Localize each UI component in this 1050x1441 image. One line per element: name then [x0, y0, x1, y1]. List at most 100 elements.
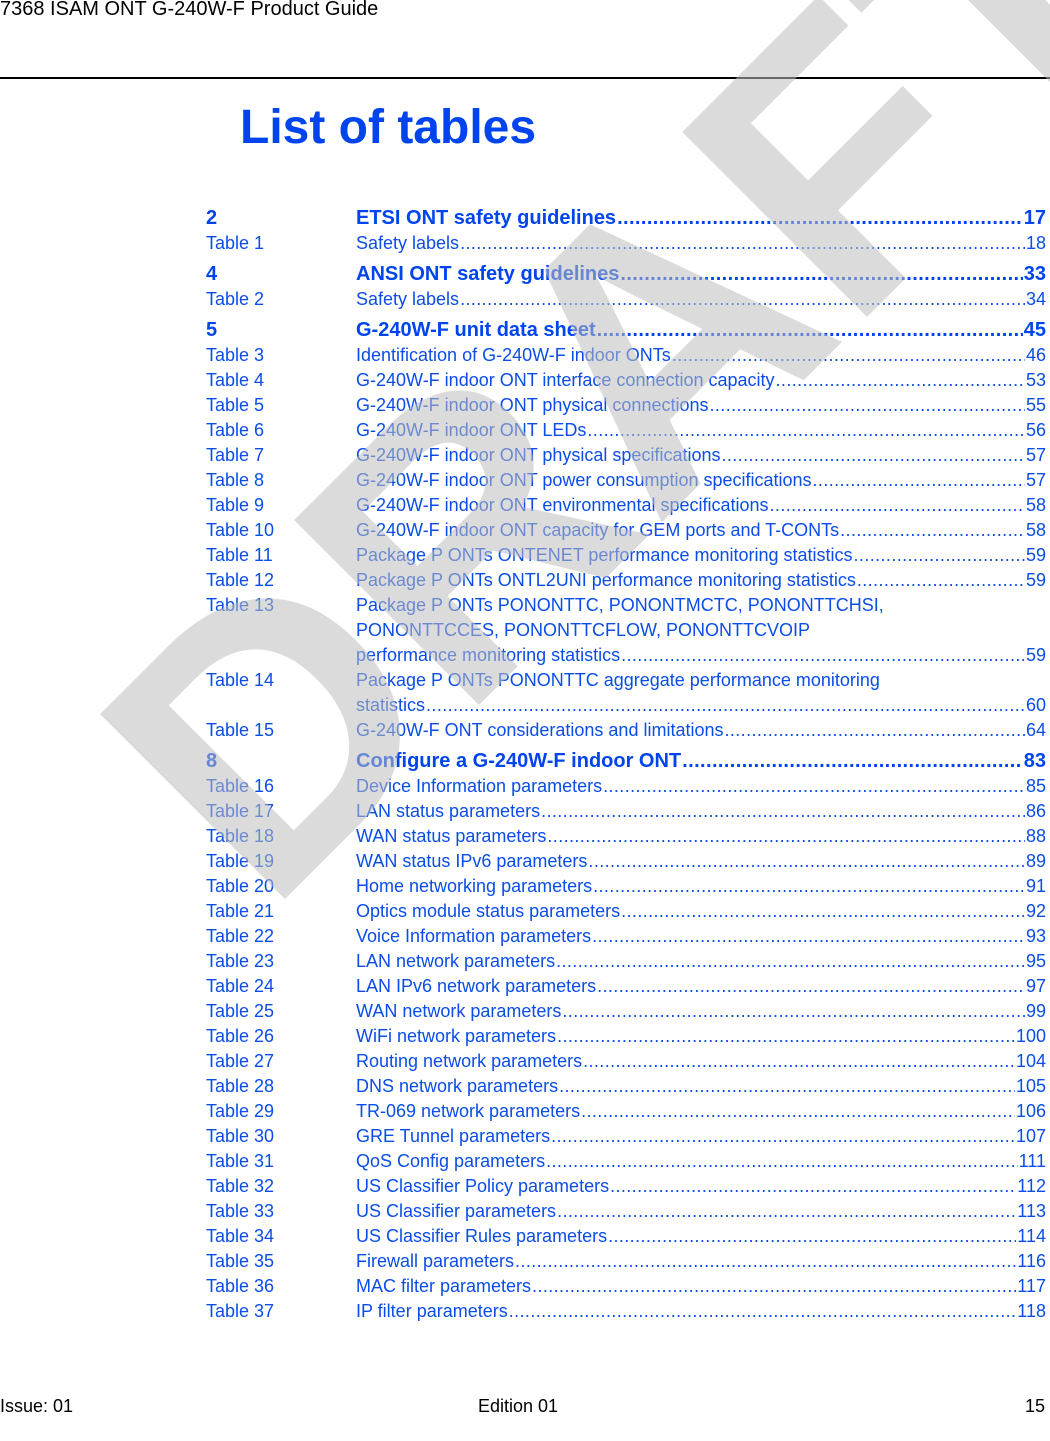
page-number[interactable]: 58: [1026, 518, 1046, 543]
toc-table-row[interactable]: Table 23LAN network parameters 95: [206, 949, 1046, 974]
table-number[interactable]: Table 8: [206, 468, 356, 493]
table-number[interactable]: Table 36: [206, 1274, 356, 1299]
chapter-number[interactable]: 2: [206, 206, 356, 231]
table-title[interactable]: TR-069 network parameters: [356, 1099, 580, 1124]
toc-table-row[interactable]: Table 2Safety labels 34: [206, 287, 1046, 312]
table-number[interactable]: Table 37: [206, 1299, 356, 1324]
toc-table-row[interactable]: Table 27Routing network parameters 104: [206, 1049, 1046, 1074]
page-number[interactable]: 60: [1026, 693, 1046, 718]
table-number[interactable]: Table 7: [206, 443, 356, 468]
toc-entry-label-line[interactable]: performance monitoring statistics: [356, 643, 620, 668]
table-title[interactable]: Package P ONTs ONTENET performance monit…: [356, 543, 853, 568]
toc-table-row[interactable]: Table 8 G-240W-F indoor ONT power consump…: [206, 468, 1046, 493]
table-title[interactable]: DNS network parameters: [356, 1074, 558, 1099]
toc-table-row[interactable]: Table 35Firewall parameters 116: [206, 1249, 1046, 1274]
page-number[interactable]: 105: [1016, 1074, 1046, 1099]
toc-entry-text[interactable]: WAN network parameters 99: [356, 999, 1046, 1024]
toc-table-row[interactable]: Table 26WiFi network parameters 100: [206, 1024, 1046, 1049]
table-number[interactable]: Table 32: [206, 1174, 356, 1199]
toc-entry-text[interactable]: Package P ONTs ONTL2UNI performance moni…: [356, 568, 1046, 593]
page-number[interactable]: 104: [1016, 1049, 1046, 1074]
toc-table-row[interactable]: Table 1Safety labels 18: [206, 231, 1046, 256]
toc-entry-text[interactable]: WAN status IPv6 parameters 89: [356, 849, 1046, 874]
page-number[interactable]: 57: [1026, 468, 1046, 493]
page-number[interactable]: 117: [1017, 1274, 1046, 1299]
toc-entry-text[interactable]: LAN network parameters 95: [356, 949, 1046, 974]
toc-entry-text[interactable]: G-240W-F indoor ONT physical connections…: [356, 393, 1046, 418]
table-title[interactable]: WiFi network parameters: [356, 1024, 556, 1049]
toc-table-row[interactable]: Table 6G-240W-F indoor ONT LEDs 56: [206, 418, 1046, 443]
toc-entry-text[interactable]: G-240W-F indoor ONT environmental specif…: [356, 493, 1046, 518]
toc-table-row[interactable]: Table 7 G-240W-F indoor ONT physical spec…: [206, 443, 1046, 468]
toc-entry-text[interactable]: Configure a G-240W-F indoor ONT 83: [356, 749, 1046, 774]
table-title[interactable]: Package P ONTs ONTL2UNI performance moni…: [356, 568, 856, 593]
table-title[interactable]: LAN IPv6 network parameters: [356, 974, 596, 999]
table-number[interactable]: Table 33: [206, 1199, 356, 1224]
table-title[interactable]: Routing network parameters: [356, 1049, 582, 1074]
table-title[interactable]: G-240W-F indoor ONT interface connection…: [356, 368, 775, 393]
toc-entry-text[interactable]: QoS Config parameters 111: [356, 1149, 1046, 1174]
table-title[interactable]: Home networking parameters: [356, 874, 592, 899]
page-number[interactable]: 88: [1026, 824, 1046, 849]
toc-table-row[interactable]: Table 17LAN status parameters 86: [206, 799, 1046, 824]
toc-table-row[interactable]: Table 18WAN status parameters 88: [206, 824, 1046, 849]
table-number[interactable]: Table 24: [206, 974, 356, 999]
table-number[interactable]: Table 4: [206, 368, 356, 393]
toc-table-row[interactable]: Table 22Voice Information parameters 93: [206, 924, 1046, 949]
page-number[interactable]: 91: [1026, 874, 1046, 899]
chapter-title[interactable]: Configure a G-240W-F indoor ONT: [356, 749, 681, 774]
toc-table-row[interactable]: Table 13 Package P ONTs PONONTTC, PONONTM…: [206, 593, 1046, 668]
toc-entry-text[interactable]: Safety labels 34: [356, 287, 1046, 312]
toc-entry-text[interactable]: Home networking parameters 91: [356, 874, 1046, 899]
toc-table-row[interactable]: Table 24LAN IPv6 network parameters 97: [206, 974, 1046, 999]
page-number[interactable]: 93: [1026, 924, 1046, 949]
page-number[interactable]: 99: [1026, 999, 1046, 1024]
page-number[interactable]: 45: [1024, 318, 1046, 343]
toc-entry-text[interactable]: G-240W-F ONT considerations and limitati…: [356, 718, 1046, 743]
page-number[interactable]: 59: [1026, 643, 1046, 668]
toc-entry-text[interactable]: Safety labels 18: [356, 231, 1046, 256]
page-number[interactable]: 97: [1026, 974, 1046, 999]
table-title[interactable]: Firewall parameters: [356, 1249, 514, 1274]
toc-entry-text[interactable]: G-240W-F indoor ONT interface connection…: [356, 368, 1046, 393]
toc-chapter-row[interactable]: 5G-240W-F unit data sheet 45: [206, 318, 1046, 343]
page-number[interactable]: 17: [1024, 206, 1046, 231]
chapter-title[interactable]: ETSI ONT safety guidelines: [356, 206, 616, 231]
table-title[interactable]: WAN status IPv6 parameters: [356, 849, 587, 874]
page-number[interactable]: 53: [1026, 368, 1046, 393]
toc-entry-text[interactable]: MAC filter parameters 117: [356, 1274, 1046, 1299]
toc-entry-text[interactable]: Routing network parameters 104: [356, 1049, 1046, 1074]
toc-table-row[interactable]: Table 11 Package P ONTs ONTENET performan…: [206, 543, 1046, 568]
toc-chapter-row[interactable]: 2ETSI ONT safety guidelines 17: [206, 206, 1046, 231]
toc-entry-text[interactable]: Package P ONTs PONONTTC aggregate perfor…: [356, 668, 1046, 718]
page-number[interactable]: 111: [1019, 1149, 1046, 1174]
table-number[interactable]: Table 19: [206, 849, 356, 874]
toc-table-row[interactable]: Table 36MAC filter parameters 117: [206, 1274, 1046, 1299]
table-number[interactable]: Table 9: [206, 493, 356, 518]
toc-table-row[interactable]: Table 28DNS network parameters 105: [206, 1074, 1046, 1099]
page-number[interactable]: 107: [1016, 1124, 1046, 1149]
page-number[interactable]: 55: [1026, 393, 1046, 418]
toc-entry-text[interactable]: G-240W-F unit data sheet 45: [356, 318, 1046, 343]
toc-table-row[interactable]: Table 29TR-069 network parameters 106: [206, 1099, 1046, 1124]
chapter-number[interactable]: 5: [206, 318, 356, 343]
toc-table-row[interactable]: Table 4 G-240W-F indoor ONT interface con…: [206, 368, 1046, 393]
table-number[interactable]: Table 31: [206, 1149, 356, 1174]
table-number[interactable]: Table 21: [206, 899, 356, 924]
toc-entry-text[interactable]: G-240W-F indoor ONT LEDs 56: [356, 418, 1046, 443]
toc-table-row[interactable]: Table 32US Classifier Policy parameters 1…: [206, 1174, 1046, 1199]
toc-entry-text[interactable]: US Classifier Policy parameters 112: [356, 1174, 1046, 1199]
chapter-number[interactable]: 4: [206, 262, 356, 287]
table-number[interactable]: Table 12: [206, 568, 356, 593]
page-number[interactable]: 112: [1017, 1174, 1046, 1199]
toc-entry-text[interactable]: LAN status parameters 86: [356, 799, 1046, 824]
table-number[interactable]: Table 23: [206, 949, 356, 974]
table-number[interactable]: Table 2: [206, 287, 356, 312]
toc-entry-text[interactable]: Package P ONTs PONONTTC, PONONTMCTC, PON…: [356, 593, 1046, 668]
table-number[interactable]: Table 17: [206, 799, 356, 824]
toc-table-row[interactable]: Table 9 G-240W-F indoor ONT environmental…: [206, 493, 1046, 518]
toc-entry-label-line[interactable]: Package P ONTs PONONTTC, PONONTMCTC, PON…: [356, 593, 1046, 618]
table-title[interactable]: US Classifier Rules parameters: [356, 1224, 607, 1249]
table-number[interactable]: Table 15: [206, 718, 356, 743]
toc-entry-label-line[interactable]: Package P ONTs PONONTTC aggregate perfor…: [356, 668, 1046, 693]
